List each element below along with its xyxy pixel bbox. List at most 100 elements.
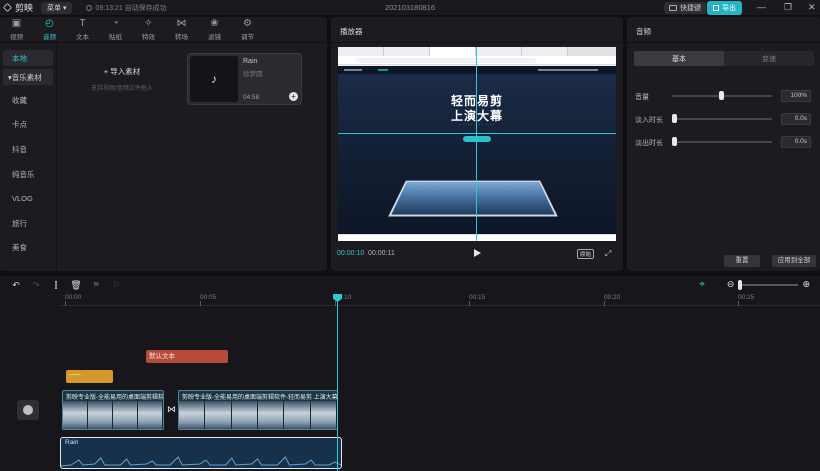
time-ruler[interactable]: 00:00 00:05 00:10 00:15 00:20 00:25 bbox=[60, 294, 820, 306]
fade-out-slider[interactable] bbox=[672, 141, 772, 143]
ruler-tick: 00:05 bbox=[200, 294, 217, 306]
fade-in-value[interactable]: 0.0s bbox=[781, 113, 811, 125]
minimize-icon[interactable]: — bbox=[757, 2, 766, 12]
music-duration: 04:58 bbox=[243, 94, 260, 101]
music-artist: 徐梦圆 bbox=[243, 71, 263, 78]
ratio-button[interactable]: 原始 bbox=[577, 249, 595, 259]
hero-download-button bbox=[463, 136, 491, 142]
side-item-music-library[interactable]: ▾ 音乐素材 bbox=[3, 69, 53, 85]
preview-screen[interactable]: 轻而易剪 上演大幕 · · · · · · · · · · · · · bbox=[338, 47, 616, 241]
audio-clip[interactable]: Rain bbox=[60, 437, 342, 469]
video-clip-1[interactable]: 剪映专业版-全能易用的桌面端剪辑软件 bbox=[62, 390, 164, 430]
text-icon: T bbox=[79, 18, 86, 29]
media-panel: ▣ 视频 ◴ 音频 T 文本 ◔ 贴纸 ✧ 特效 ⋈ 转场 ❀ 滤镜 ⚙ 调节 本地 ▾ 音乐素… bbox=[0, 17, 327, 271]
split-icon[interactable]: ⫿ bbox=[46, 280, 66, 291]
video-clip-label: 剪映专业版-全能易用的桌面端剪辑软件 bbox=[66, 395, 164, 401]
side-item-local[interactable]: 本地 bbox=[3, 50, 53, 66]
properties-panel: 音频 基本 变速 音量 100% 淡入时长 0.0s 淡出时长 0.0s 重置 … bbox=[627, 17, 820, 271]
playhead[interactable] bbox=[337, 294, 338, 471]
export-button[interactable]: 导出 bbox=[707, 1, 742, 15]
volume-slider-handle[interactable] bbox=[719, 91, 724, 100]
maximize-icon[interactable]: ❐ bbox=[784, 2, 792, 13]
website-preview: 轻而易剪 上演大幕 · · · · · · · · · · · · · bbox=[338, 66, 616, 234]
browser-tab bbox=[522, 47, 568, 56]
close-icon[interactable]: ✕ bbox=[808, 2, 816, 13]
tab-label: 贴纸 bbox=[109, 34, 122, 41]
side-item-travel[interactable]: 旅行 bbox=[0, 211, 56, 236]
zoom-out-icon[interactable]: ⊖ bbox=[727, 279, 735, 290]
ruler-tick: 00:25 bbox=[738, 294, 755, 306]
reverse-icon[interactable]: ⚐ bbox=[106, 280, 126, 291]
browser-address-bar bbox=[338, 56, 616, 65]
delete-icon[interactable]: 🗑 bbox=[66, 280, 86, 291]
side-item-pure-music[interactable]: 纯音乐 bbox=[0, 162, 56, 187]
side-item-vlog[interactable]: VLOG bbox=[0, 186, 56, 211]
save-status: 09:13:21 自动保存成功 bbox=[86, 3, 167, 13]
fade-in-label: 淡入时长 bbox=[635, 117, 663, 124]
reset-button[interactable]: 重置 bbox=[724, 255, 760, 267]
fullscreen-icon[interactable]: ⤢ bbox=[605, 249, 611, 259]
add-music-button[interactable]: + bbox=[289, 92, 298, 101]
play-icon[interactable] bbox=[474, 249, 481, 257]
zoom-slider[interactable] bbox=[738, 279, 799, 290]
timeline: ↶ ↷ ⫿ 🗑 ⚑ ⚐ ⌖ ⊖ ⊕ 00:00 00:05 00:10 00:1… bbox=[0, 276, 820, 471]
browser-tab bbox=[430, 47, 476, 56]
site-logo bbox=[344, 69, 362, 71]
properties-tabs: 基本 变速 bbox=[634, 51, 814, 66]
audio-clip-label: Rain bbox=[65, 439, 79, 446]
guide-line-vertical bbox=[476, 47, 477, 241]
tab-sticker[interactable]: ◔ 贴纸 bbox=[99, 17, 132, 43]
tab-label: 文本 bbox=[76, 34, 89, 41]
tab-effects[interactable]: ✧ 特效 bbox=[132, 17, 165, 43]
text-clip[interactable]: 默认文本 bbox=[146, 350, 228, 363]
side-item-favorites[interactable]: 收藏 bbox=[0, 88, 56, 113]
app-name: 剪映 bbox=[15, 3, 34, 13]
side-item-food[interactable]: 美食 bbox=[0, 236, 56, 261]
snap-icon[interactable]: ⌖ bbox=[699, 279, 705, 290]
fade-out-slider-handle[interactable] bbox=[672, 137, 677, 146]
tab-audio[interactable]: ◴ 音频 bbox=[33, 17, 66, 43]
transition-icon[interactable]: ⋈ bbox=[165, 404, 178, 417]
side-item-beat[interactable]: 卡点 bbox=[0, 113, 56, 138]
tab-label: 特效 bbox=[142, 34, 155, 41]
transition-icon: ⋈ bbox=[176, 18, 187, 29]
tab-text[interactable]: T 文本 bbox=[66, 17, 99, 43]
redo-icon[interactable]: ↷ bbox=[26, 280, 46, 291]
side-item-douyin[interactable]: 抖音 bbox=[0, 137, 56, 162]
video-clip-2[interactable]: 剪映专业版-全能易用的桌面端剪辑软件-轻而易剪 上演大幕 bbox=[178, 390, 338, 430]
freeze-icon[interactable]: ⚑ bbox=[86, 280, 106, 291]
current-time: 00:00:10 bbox=[337, 250, 365, 257]
tab-video[interactable]: ▣ 视频 bbox=[0, 17, 33, 43]
menu-button[interactable]: 菜单 ▾ bbox=[41, 1, 73, 14]
tab-basic[interactable]: 基本 bbox=[634, 51, 724, 66]
filter-icon: ❀ bbox=[210, 18, 219, 29]
zoom-in-icon[interactable]: ⊕ bbox=[802, 279, 810, 290]
volume-value[interactable]: 100% bbox=[781, 90, 811, 102]
sticker-clip[interactable]: 一一 bbox=[66, 370, 113, 383]
tab-adjust[interactable]: ⚙ 调节 bbox=[231, 17, 264, 43]
tab-transition[interactable]: ⋈ 转场 bbox=[165, 17, 198, 43]
tab-filter[interactable]: ❀ 滤镜 bbox=[198, 17, 231, 43]
import-media-area[interactable]: + 导入素材 支持视频/音频文件拖入 bbox=[62, 53, 182, 105]
zoom-slider-handle[interactable] bbox=[738, 279, 743, 290]
site-nav-item bbox=[378, 69, 388, 71]
hero-subtitle: · · · · · · · · · · · · · bbox=[459, 122, 495, 127]
fade-in-slider[interactable] bbox=[672, 118, 772, 120]
tab-speed[interactable]: 变速 bbox=[724, 51, 814, 66]
track-cover-button[interactable] bbox=[17, 400, 39, 420]
ruler-tick: 00:15 bbox=[469, 294, 486, 306]
ruler-tick: 00:00 bbox=[65, 294, 82, 306]
shortcut-button[interactable]: 快捷键 bbox=[664, 2, 706, 14]
url-field bbox=[356, 58, 536, 63]
fade-out-value[interactable]: 0.0s bbox=[781, 136, 811, 148]
thumbnail bbox=[231, 401, 258, 429]
fade-in-slider-handle[interactable] bbox=[672, 114, 677, 123]
volume-row: 音量 100% bbox=[635, 90, 811, 102]
fade-in-row: 淡入时长 0.0s bbox=[635, 113, 811, 125]
thumbnail bbox=[179, 401, 206, 429]
site-nav-item bbox=[538, 69, 598, 71]
music-card[interactable]: ♪ Rain 徐梦圆 04:58 + bbox=[187, 53, 302, 105]
undo-icon[interactable]: ↶ bbox=[6, 280, 26, 291]
apply-all-button[interactable]: 应用到全部 bbox=[772, 255, 816, 267]
timeline-zoom: ⌖ ⊖ ⊕ bbox=[699, 279, 810, 290]
